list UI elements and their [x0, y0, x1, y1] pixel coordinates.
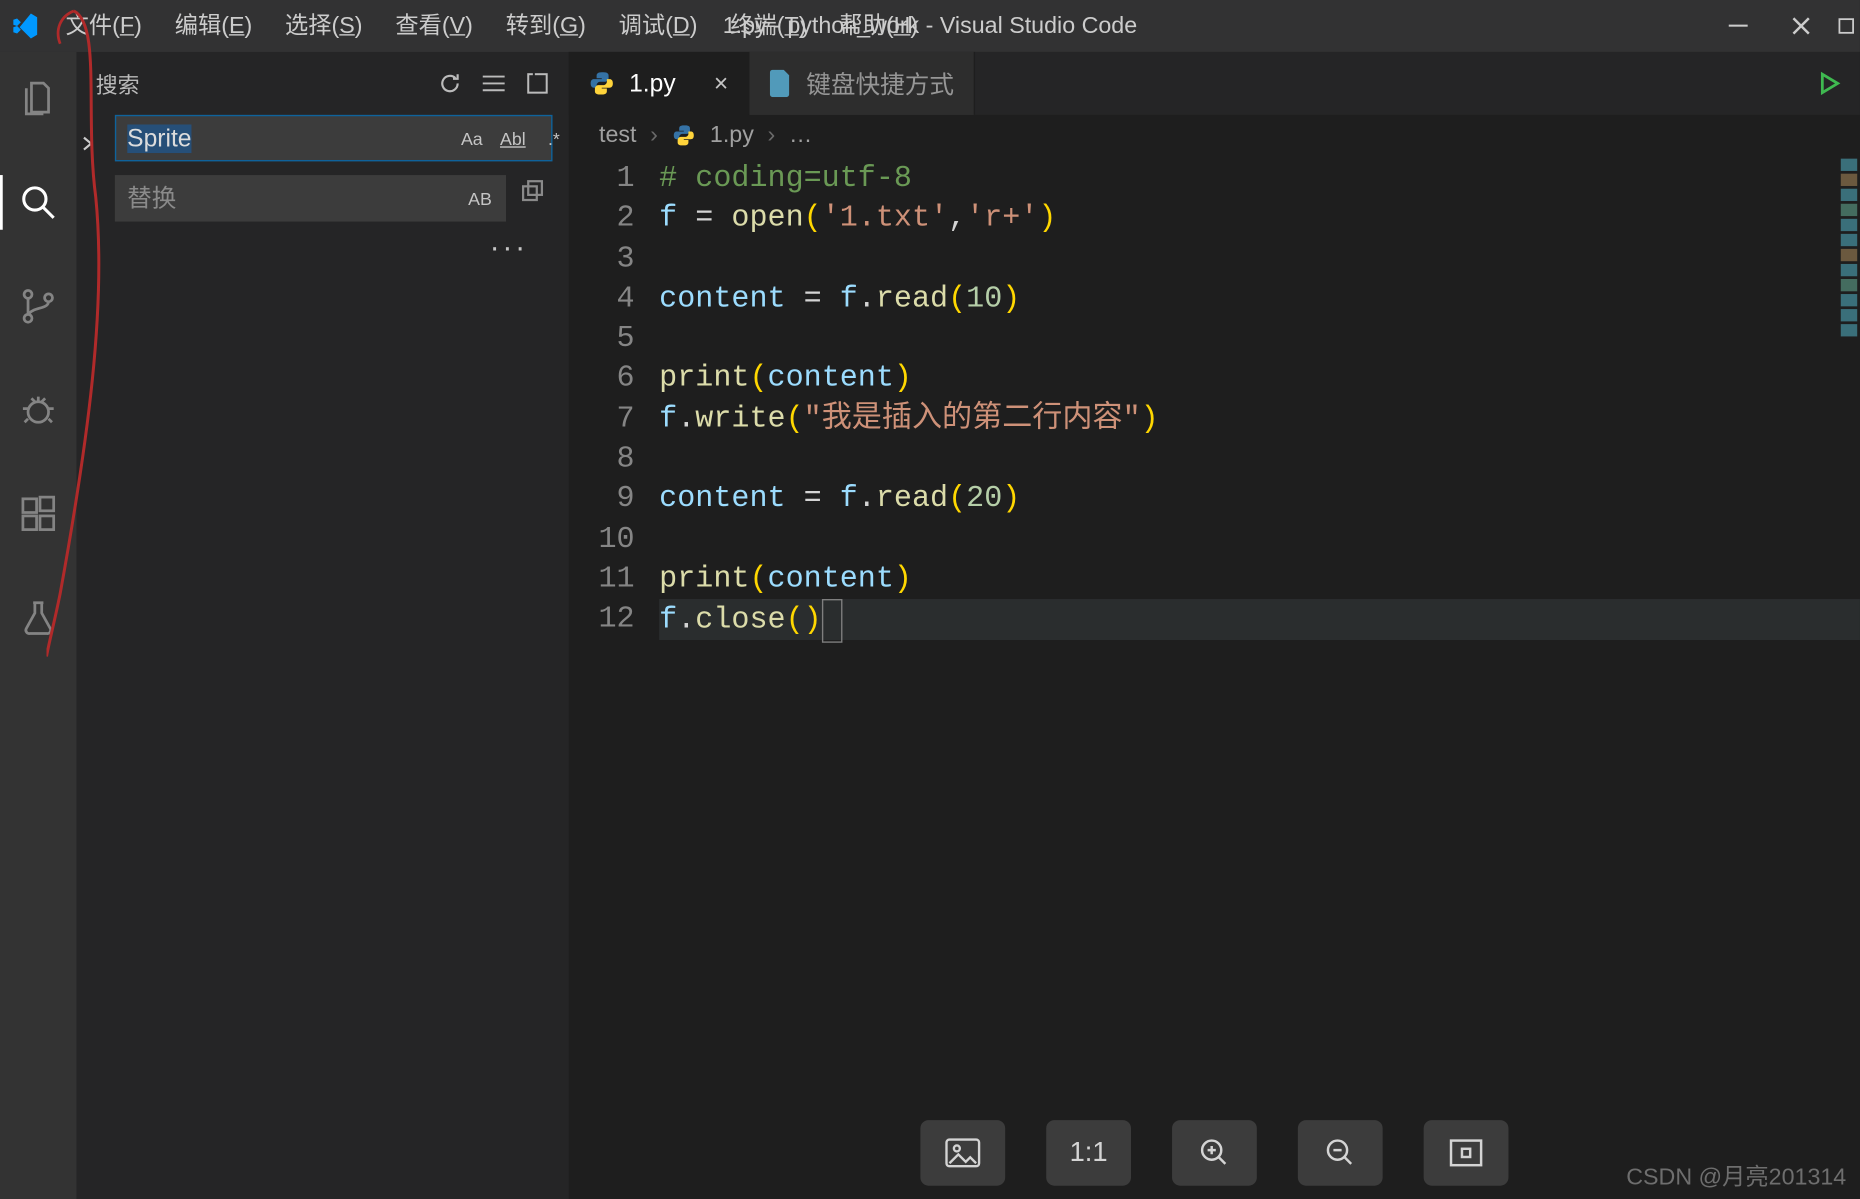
vscode-logo-icon [0, 11, 49, 41]
code-line[interactable]: # coding=utf-8 [659, 159, 1860, 199]
restore-button[interactable] [1833, 0, 1860, 52]
image-viewer-toolbar: 1:1 [920, 1120, 1508, 1186]
chevron-right-icon: › [650, 122, 658, 149]
zoom-in-button[interactable] [1172, 1120, 1257, 1186]
match-case-toggle[interactable]: Aa [455, 122, 488, 155]
zoom-out-button[interactable] [1298, 1120, 1383, 1186]
minimize-button[interactable] [1707, 0, 1770, 52]
breadcrumbs[interactable]: test › 1.py › … [569, 115, 1860, 156]
code-line[interactable] [659, 519, 1860, 559]
code-line[interactable]: content = f.read(20) [659, 479, 1860, 519]
fullscreen-button[interactable] [1424, 1120, 1509, 1186]
activity-debug[interactable] [0, 377, 77, 443]
image-icon-button[interactable] [920, 1120, 1005, 1186]
menu-item-t[interactable]: 终端(T) [714, 0, 823, 52]
activity-scm[interactable] [0, 274, 77, 340]
toggle-replace-icon[interactable] [74, 126, 101, 162]
line-number: 7 [569, 399, 635, 439]
line-number: 8 [569, 439, 635, 479]
menu-item-s[interactable]: 选择(S) [269, 0, 379, 52]
close-tab-icon[interactable]: × [714, 69, 728, 98]
search-sidebar: 搜索 Aa Abl .* [77, 52, 569, 1199]
menu-item-e[interactable]: 编辑(E) [158, 0, 268, 52]
code-line[interactable]: f.write("我是插入的第二行内容") [659, 399, 1860, 439]
code-line[interactable]: print(content) [659, 559, 1860, 599]
python-icon [672, 123, 697, 148]
zoom-ratio-button[interactable]: 1:1 [1046, 1120, 1131, 1186]
line-number: 1 [569, 159, 635, 199]
menu-bar: 文件(F)编辑(E)选择(S)查看(V)转到(G)调试(D)终端(T)帮助(H) [49, 0, 934, 52]
code-line[interactable]: f.close() [659, 599, 1860, 639]
line-number: 4 [569, 279, 635, 319]
activity-test[interactable] [0, 585, 77, 651]
line-number: 2 [569, 199, 635, 239]
tab-1.py[interactable]: 1.py × [569, 52, 749, 115]
tab-label: 1.py [629, 69, 676, 98]
menu-item-v[interactable]: 查看(V) [379, 0, 489, 52]
line-number: 6 [569, 359, 635, 399]
code-line[interactable] [659, 319, 1860, 359]
line-number: 11 [569, 559, 635, 599]
line-number: 12 [569, 599, 635, 639]
editor-tabs: 1.py × 键盘快捷方式 [569, 52, 1860, 115]
code-editor[interactable]: 123456789101112 # coding=utf-8f = open('… [569, 156, 1860, 640]
code-line[interactable]: content = f.read(10) [659, 279, 1860, 319]
regex-toggle[interactable]: .* [537, 122, 570, 155]
close-button[interactable] [1770, 0, 1833, 52]
chevron-right-icon: › [768, 122, 776, 149]
file-icon [768, 70, 793, 97]
code-line[interactable]: print(content) [659, 359, 1860, 399]
replace-input[interactable] [116, 176, 463, 220]
breadcrumb-more[interactable]: … [789, 122, 812, 149]
titlebar: 文件(F)编辑(E)选择(S)查看(V)转到(G)调试(D)终端(T)帮助(H)… [0, 0, 1860, 52]
search-input[interactable] [116, 116, 455, 160]
replace-field-row: AB [115, 175, 506, 221]
clear-results-icon[interactable] [481, 74, 506, 93]
minimap[interactable] [1841, 159, 1857, 350]
replace-all-button[interactable] [514, 168, 552, 214]
run-button[interactable] [1797, 52, 1860, 115]
breadcrumb-folder[interactable]: test [599, 122, 636, 149]
code-line[interactable] [659, 439, 1860, 479]
toggle-search-details[interactable]: ··· [88, 222, 553, 266]
whole-word-toggle[interactable]: Abl [496, 122, 529, 155]
preserve-case-toggle[interactable]: AB [464, 182, 497, 215]
breadcrumb-file[interactable]: 1.py [710, 122, 754, 149]
open-new-editor-icon[interactable] [525, 71, 550, 96]
line-number: 10 [569, 519, 635, 559]
activity-extensions[interactable] [0, 481, 77, 547]
line-number: 9 [569, 479, 635, 519]
tab-label: 键盘快捷方式 [806, 66, 954, 102]
refresh-icon[interactable] [438, 71, 463, 96]
code-line[interactable]: f = open('1.txt','r+') [659, 199, 1860, 239]
menu-item-d[interactable]: 调试(D) [602, 0, 714, 52]
editor-area: 1.py×键盘快捷方式 test › 1.py › … 123456789101… [569, 52, 1860, 1199]
code-lines[interactable]: # coding=utf-8f = open('1.txt','r+') cont… [659, 159, 1860, 640]
activity-search[interactable] [0, 170, 77, 236]
activity-bar [0, 52, 77, 1199]
code-line[interactable] [659, 239, 1860, 279]
activity-explorer[interactable] [0, 66, 77, 132]
menu-item-h[interactable]: 帮助(H) [823, 0, 935, 52]
menu-item-f[interactable]: 文件(F) [49, 0, 158, 52]
sidebar-title: 搜索 [96, 67, 140, 100]
watermark-text: CSDN @月亮201314 [1626, 1157, 1846, 1191]
line-number: 5 [569, 319, 635, 359]
tab-键盘快捷方式[interactable]: 键盘快捷方式 [749, 52, 975, 115]
line-number: 3 [569, 239, 635, 279]
line-number-gutter: 123456789101112 [569, 159, 659, 640]
menu-item-g[interactable]: 转到(G) [489, 0, 602, 52]
python-icon [588, 70, 615, 97]
search-field-row: Aa Abl .* [115, 115, 553, 161]
